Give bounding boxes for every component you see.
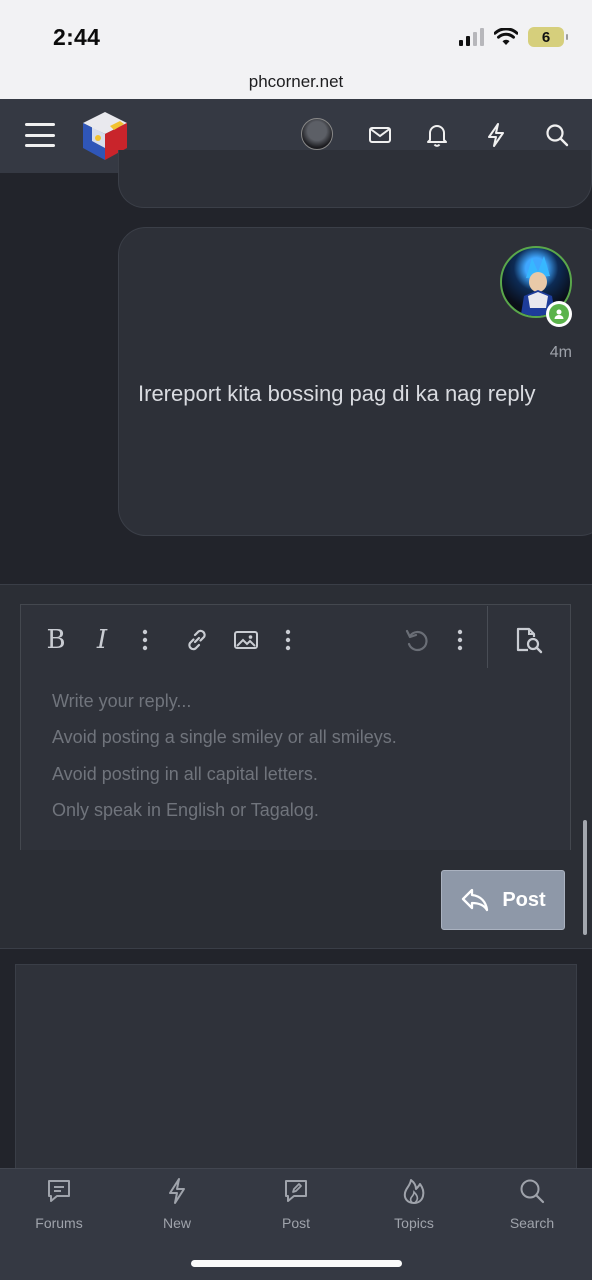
more-icon (142, 629, 148, 651)
wifi-icon (494, 28, 518, 45)
more-icon (285, 629, 291, 651)
bold-button[interactable]: B (42, 622, 70, 658)
message-time: 4m (549, 344, 572, 361)
flame-icon (401, 1175, 427, 1207)
nav-item-post[interactable]: Post (251, 1175, 341, 1231)
nav-item-search[interactable]: Search (487, 1175, 577, 1231)
bolt-icon (166, 1175, 188, 1207)
status-bar: 2:44 6 phcorner.net (0, 0, 592, 99)
post-reply-button[interactable]: Post (441, 870, 565, 930)
nav-label: Forums (35, 1215, 83, 1231)
menu-icon[interactable] (25, 123, 55, 147)
nav-item-forums[interactable]: Forums (14, 1175, 104, 1231)
user-avatar[interactable] (301, 118, 333, 150)
previous-message-bubble (118, 150, 592, 208)
nav-label: Search (509, 1215, 555, 1231)
url-text[interactable]: phcorner.net (0, 72, 592, 92)
more-actions-button[interactable] (451, 622, 469, 658)
more-options-button[interactable] (136, 622, 154, 658)
bell-icon[interactable] (423, 121, 451, 149)
link-icon (188, 629, 206, 651)
bold-icon: B (46, 625, 66, 655)
signal-icon (459, 28, 484, 46)
preview-button[interactable] (513, 622, 545, 658)
bolt-icon[interactable] (482, 121, 510, 149)
mail-icon[interactable] (366, 121, 394, 149)
nav-label: New (162, 1215, 191, 1231)
preview-icon (516, 627, 543, 654)
link-button[interactable] (183, 622, 211, 658)
italic-icon: I (96, 625, 108, 655)
post-icon (282, 1175, 310, 1207)
scrollbar[interactable] (583, 820, 587, 935)
more-insert-button[interactable] (279, 622, 297, 658)
toolbar-divider (487, 606, 488, 668)
status-icons: 6 (459, 27, 568, 47)
undo-icon (405, 629, 428, 652)
nav-item-topics[interactable]: Topics (369, 1175, 459, 1231)
search-icon (518, 1175, 546, 1207)
placeholder-line: Avoid posting a single smiley or all smi… (52, 727, 397, 747)
battery-indicator: 6 (528, 27, 568, 47)
post-button-label: Post (502, 888, 546, 911)
italic-button[interactable]: I (90, 622, 114, 658)
placeholder-line: Only speak in English or Tagalog. (52, 800, 319, 820)
reply-icon (462, 888, 489, 912)
more-icon (457, 629, 463, 651)
image-icon (234, 631, 258, 649)
content-block (15, 964, 577, 1174)
online-status-icon (546, 301, 572, 327)
message-text: Irereport kita bossing pag di ka nag rep… (138, 381, 536, 406)
placeholder-line: Avoid posting in all capital letters. (52, 764, 318, 784)
undo-button[interactable] (402, 622, 432, 658)
image-button[interactable] (231, 622, 261, 658)
forums-icon (45, 1175, 73, 1207)
nav-item-new[interactable]: New (132, 1175, 222, 1231)
search-icon[interactable] (543, 121, 571, 149)
home-indicator[interactable] (191, 1260, 402, 1267)
nav-label: Post (281, 1215, 310, 1231)
placeholder-line: Write your reply... (52, 691, 192, 711)
nav-label: Topics (394, 1215, 434, 1231)
status-time: 2:44 (53, 24, 101, 50)
